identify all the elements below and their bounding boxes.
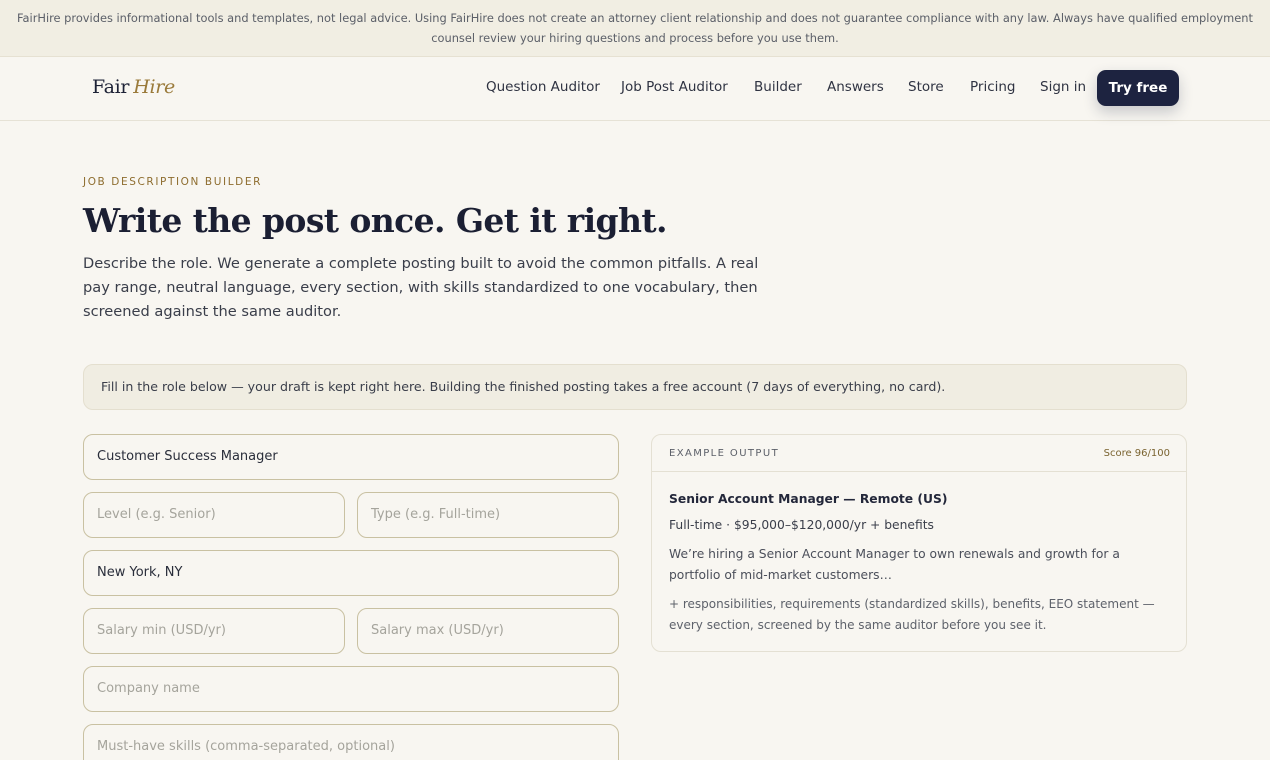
example-score: Score 96/100 [1103,448,1170,459]
nav-sign-in[interactable]: Sign in [1040,79,1086,95]
example-title: Senior Account Manager — Remote (US) [669,492,948,506]
section-eyebrow: JOB DESCRIPTION BUILDER [83,176,262,188]
logo-hire: Hire [133,76,175,98]
salary-max-placeholder: Salary max (USD/yr) [371,623,504,638]
example-header: EXAMPLE OUTPUT Score 96/100 [652,435,1186,472]
level-placeholder: Level (e.g. Senior) [97,507,216,522]
top-nav: Fair Hire Question Auditor Job Post Audit… [0,57,1270,121]
nav-job-post-auditor[interactable]: Job Post Auditor [621,79,728,95]
job-title-input[interactable]: Customer Success Manager [83,434,619,480]
example-output-card: EXAMPLE OUTPUT Score 96/100 Senior Accou… [651,434,1187,652]
level-input[interactable]: Level (e.g. Senior) [83,492,345,538]
legal-disclaimer-banner: FairHire provides informational tools an… [0,0,1270,57]
type-input[interactable]: Type (e.g. Full-time) [357,492,619,538]
skills-input[interactable]: Must-have skills (comma-separated, optio… [83,724,619,760]
logo-fair: Fair [92,76,130,98]
nav-answers[interactable]: Answers [827,79,884,95]
example-more: + responsibilities, requirements (standa… [669,597,1155,632]
account-notice: Fill in the role below — your draft is k… [83,364,1187,410]
nav-store[interactable]: Store [908,79,944,95]
type-placeholder: Type (e.g. Full-time) [371,507,501,522]
job-title-value: Customer Success Manager [97,449,278,464]
location-value: New York, NY [97,565,183,580]
example-label: EXAMPLE OUTPUT [669,448,780,459]
try-free-button[interactable]: Try free [1097,70,1179,106]
example-body: We’re hiring a Senior Account Manager to… [669,547,1120,582]
location-input[interactable]: New York, NY [83,550,619,596]
fairhire-logo[interactable]: Fair Hire [92,76,175,98]
skills-placeholder: Must-have skills (comma-separated, optio… [97,739,395,754]
page-headline: Write the post once. Get it right. [83,201,668,240]
nav-pricing[interactable]: Pricing [970,79,1016,95]
nav-builder[interactable]: Builder [754,79,802,95]
example-meta: Full-time · $95,000–$120,000/yr + benefi… [669,518,934,532]
company-placeholder: Company name [97,681,200,696]
disclaimer-text: FairHire provides informational tools an… [17,11,1253,45]
salary-min-input[interactable]: Salary min (USD/yr) [83,608,345,654]
page-lede: Describe the role. We generate a complet… [83,255,759,320]
company-name-input[interactable]: Company name [83,666,619,712]
salary-min-placeholder: Salary min (USD/yr) [97,623,226,638]
notice-text: Fill in the role below — your draft is k… [101,379,946,394]
salary-max-input[interactable]: Salary max (USD/yr) [357,608,619,654]
nav-question-auditor[interactable]: Question Auditor [486,79,600,95]
